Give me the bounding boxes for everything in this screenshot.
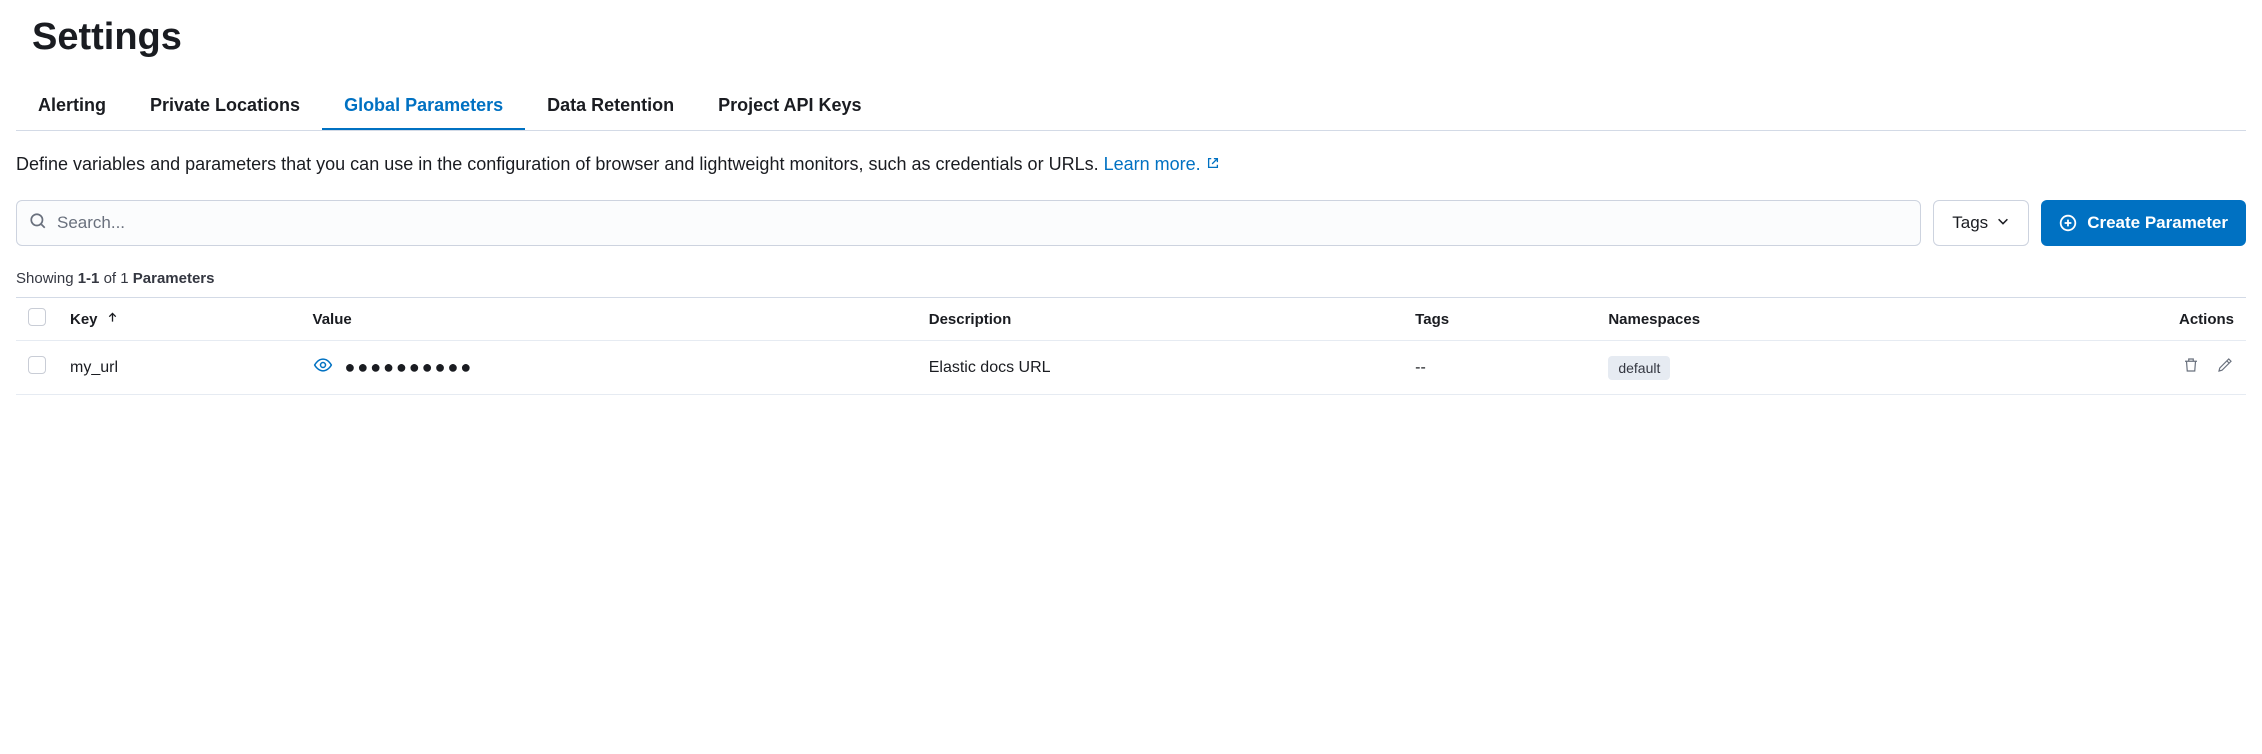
header-tags: Tags [1403,298,1596,341]
results-count: Showing 1-1 of 1 Parameters [16,270,2246,287]
eye-icon[interactable] [313,355,333,380]
header-namespaces: Namespaces [1596,298,1982,341]
arrow-up-icon [106,311,119,328]
trash-icon[interactable] [2182,356,2200,379]
plus-circle-icon [2059,214,2077,232]
search-field-wrapper[interactable] [16,200,1921,246]
tab-alerting[interactable]: Alerting [16,83,128,130]
cell-actions [1982,341,2246,395]
row-checkbox[interactable] [28,356,46,374]
learn-more-link[interactable]: Learn more. [1104,154,1220,174]
create-parameter-button[interactable]: Create Parameter [2041,200,2246,246]
description-body: Define variables and parameters that you… [16,154,1104,174]
header-key[interactable]: Key [58,298,301,341]
tab-project-api-keys[interactable]: Project API Keys [696,83,883,130]
header-actions: Actions [1982,298,2246,341]
cell-key: my_url [58,341,301,395]
header-checkbox-col [16,298,58,341]
tab-private-locations[interactable]: Private Locations [128,83,322,130]
header-description: Description [917,298,1403,341]
select-all-checkbox[interactable] [28,308,46,326]
cell-value: ●●●●●●●●●● [301,341,917,395]
description-text: Define variables and parameters that you… [16,151,2246,178]
create-parameter-label: Create Parameter [2087,213,2228,233]
tags-filter-label: Tags [1952,213,1988,233]
masked-value: ●●●●●●●●●● [345,357,474,378]
tab-bar: Alerting Private Locations Global Parame… [16,83,2246,131]
tab-global-parameters[interactable]: Global Parameters [322,83,525,130]
controls-row: Tags Create Parameter [16,200,2246,246]
cell-namespaces: default [1596,341,1982,395]
parameters-table: Key Value Description Tags Namespaces Ac… [16,297,2246,395]
search-input[interactable] [57,213,1908,233]
tab-data-retention[interactable]: Data Retention [525,83,696,130]
cell-description: Elastic docs URL [917,341,1403,395]
header-value: Value [301,298,917,341]
pencil-icon[interactable] [2216,356,2234,379]
page-title: Settings [16,16,2246,59]
tags-filter-button[interactable]: Tags [1933,200,2029,246]
table-row: my_url ●●●●●●●●●● Elastic docs URL -- de… [16,341,2246,395]
chevron-down-icon [1996,213,2010,233]
external-link-icon [1206,151,1220,178]
namespace-badge: default [1608,356,1670,380]
search-icon [29,212,47,235]
cell-tags: -- [1403,341,1596,395]
